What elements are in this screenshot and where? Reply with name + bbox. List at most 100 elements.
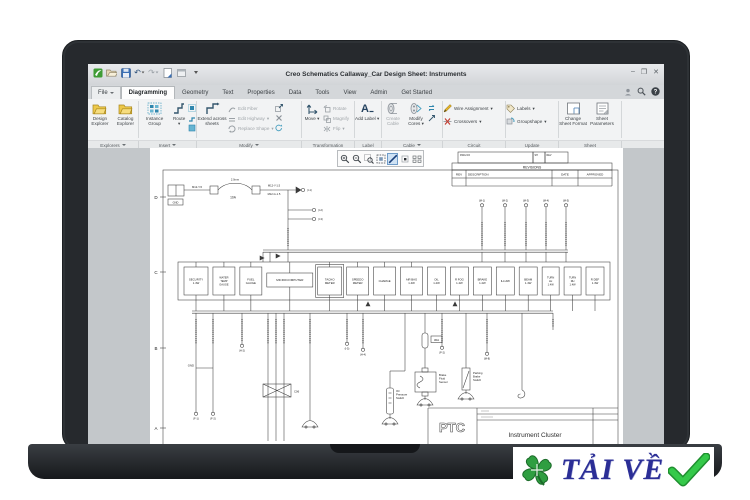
row-letter: D — [154, 195, 158, 200]
modify-cores-button[interactable]: Modify Cores ▾ — [405, 101, 427, 126]
cluster-box-label: WATER TEMP GAUGE — [219, 276, 229, 287]
app-window: ↶ ↷ Creo Schematics Callaway_Car Design … — [88, 64, 664, 444]
cluster-box-label: ILLUMI — [501, 279, 510, 283]
tab-text[interactable]: Text — [215, 88, 240, 99]
connector-label: (M-8) — [484, 357, 490, 361]
window-controls: – ❐ ✕ — [631, 68, 659, 76]
zoom-out-button[interactable] — [351, 153, 362, 165]
chassis-ground-symbol — [301, 420, 319, 428]
cluster-box-label: R DEF 1.4W — [591, 277, 600, 284]
route-tool-icon[interactable] — [188, 104, 196, 112]
row-letter: C — [154, 270, 158, 275]
folder-search-icon — [118, 104, 133, 115]
snap-point-button[interactable] — [399, 153, 410, 165]
magnify-button[interactable]: Magnify — [323, 114, 349, 123]
catalog-explorer-button[interactable]: Catalog Explorer — [113, 101, 138, 126]
connector-terminal — [361, 347, 365, 352]
svg-text:?: ? — [654, 90, 658, 96]
schematic-drawing: D C B A DWG NO SH REV REVISIONS REV DESC… — [154, 151, 619, 444]
edit-highway-button[interactable]: Edit Highway ▾ — [228, 114, 274, 123]
add-label-button[interactable]: A Add Label ▾ — [355, 101, 379, 121]
rotate-button[interactable]: Rotate — [323, 104, 349, 113]
extend-across-icon — [205, 102, 219, 114]
connector-terminal — [240, 343, 244, 348]
cluster-box-label: TURN LH 1.4W — [547, 276, 554, 287]
sheet-parameters-icon — [596, 102, 608, 115]
tab-data[interactable]: Data — [282, 88, 309, 99]
flip-button[interactable]: Flip ▾ — [323, 124, 349, 133]
sheet-parameters-button[interactable]: Sheet Parameters — [588, 101, 616, 126]
junction-tool-icon[interactable] — [188, 114, 196, 122]
move-icon — [306, 104, 317, 115]
title-bar: ↶ ↷ Creo Schematics Callaway_Car Design … — [88, 64, 664, 86]
edit-fiber-icon — [228, 107, 236, 112]
window-title: Creo Schematics Callaway_Car Design Shee… — [285, 71, 467, 78]
wire-assignment-button[interactable]: Wire Assignment ▾ — [443, 104, 493, 113]
connector-label: (P-2) — [439, 351, 445, 355]
cluster-box-label: MICROCOMPUTER — [276, 278, 304, 282]
tab-tools[interactable]: Tools — [308, 88, 336, 99]
checkmark-icon — [668, 452, 710, 486]
stamp-rev: REV — [547, 154, 552, 157]
sheet-format-icon — [566, 102, 580, 115]
tab-admin[interactable]: Admin — [363, 88, 394, 99]
page: { "window": { "title": "Creo Schematics … — [0, 0, 750, 500]
create-cable-button[interactable]: Create Cable — [382, 101, 404, 126]
instrument-cluster: SECURITY 1.4W WATER TEMP GAUGE FUEL GAUGE MICRO… — [177, 261, 611, 311]
connector-label: (I-1) — [307, 188, 312, 192]
change-sheet-format-button[interactable]: Change Sheet Format — [559, 101, 587, 126]
pen-tool-button[interactable] — [387, 152, 398, 165]
cable-swap-icon[interactable] — [428, 104, 436, 112]
minimize-button[interactable]: – — [631, 68, 635, 76]
group-sheet: Change Sheet Format Sheet Parameters — [559, 99, 621, 140]
restore-button[interactable]: ❐ — [641, 68, 647, 76]
tab-diagramming[interactable]: Diagramming — [120, 86, 176, 99]
zoom-window-button[interactable] — [363, 153, 374, 165]
extend-across-sheets-button[interactable]: Extend across sheets — [197, 101, 227, 126]
replace-shape-button[interactable]: Replace Shape ▾ — [228, 124, 274, 133]
close-button[interactable]: ✕ — [653, 68, 659, 76]
crossovers-button[interactable]: Crossovers ▾ — [443, 117, 493, 126]
tab-geometry[interactable]: Geometry — [175, 88, 215, 99]
tab-file[interactable]: File — [91, 86, 121, 99]
delete-icon[interactable] — [275, 114, 283, 122]
refresh-icon[interactable] — [275, 124, 283, 132]
view-toolbar — [337, 150, 424, 167]
labels-button[interactable]: Labels ▾ — [506, 104, 547, 113]
add-label-icon: A — [361, 103, 374, 115]
node-tool-icon[interactable] — [188, 124, 196, 132]
grid-button[interactable] — [411, 153, 422, 165]
top-connectors: (M-1) (M-2) (M-3) (M-4) (M-5) — [479, 199, 569, 262]
group-label: A Add Label ▾ — [355, 99, 381, 140]
cluster-box-label: FUEL GAUGE — [246, 277, 256, 284]
route-icon — [174, 103, 185, 114]
promote-icon[interactable] — [274, 104, 283, 112]
move-button[interactable]: Move ▾ — [302, 101, 322, 121]
design-explorer-button[interactable]: Design Explorer — [88, 101, 112, 126]
edit-fiber-button[interactable]: Edit Fiber — [228, 104, 274, 113]
search-icon[interactable] — [637, 87, 646, 98]
connector-label: (M-5) — [563, 199, 569, 203]
edit-highway-icon — [229, 117, 235, 121]
connector-label: (F-2) — [210, 417, 216, 421]
gnd-branch-label: GND — [188, 364, 194, 368]
cluster-box-label: AIR BAG 1.4W — [406, 277, 417, 284]
drawing-canvas[interactable]: D C B A DWG NO SH REV REVISIONS REV DESC… — [88, 148, 664, 444]
title-block-title: Instrument Cluster — [508, 432, 562, 439]
zoom-fit-button[interactable] — [375, 153, 386, 165]
folder-icon — [93, 104, 107, 115]
groupshape-button[interactable]: Groupshape ▾ — [506, 117, 547, 126]
title-block-logo: PTC — [439, 420, 466, 435]
tab-view[interactable]: View — [336, 88, 363, 99]
group-transformation: Move ▾ Rotate Magnify Flip ▾ — [302, 99, 354, 140]
cable-route-icon[interactable] — [428, 114, 436, 122]
tab-get-started[interactable]: Get Started — [394, 88, 439, 99]
user-icon[interactable] — [624, 88, 632, 98]
route-button[interactable]: Route ▾ — [171, 101, 187, 126]
download-badge[interactable]: TẢI VỀ — [513, 447, 714, 492]
help-icon[interactable]: ? — [651, 87, 660, 98]
tab-properties[interactable]: Properties — [240, 88, 281, 99]
instance-group-button[interactable]: Instance Group — [139, 101, 170, 126]
flip-icon — [323, 125, 331, 132]
zoom-in-button[interactable] — [339, 153, 350, 165]
